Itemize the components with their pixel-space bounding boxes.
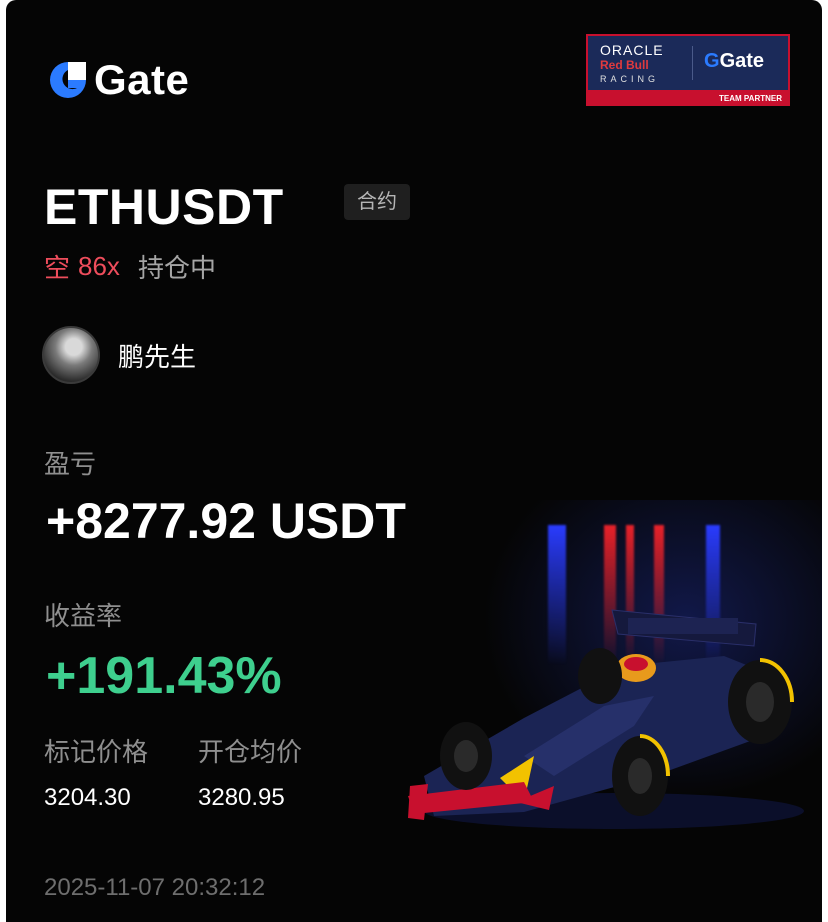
mark-price-value: 3204.30 bbox=[44, 784, 131, 811]
symbol-title: ETHUSDT bbox=[44, 179, 284, 235]
share-card: Gate ORACLE Red Bull RACING GGate TEAM P… bbox=[6, 0, 822, 922]
roe-value: +191.43% bbox=[46, 647, 282, 705]
gate-g-icon: G bbox=[704, 50, 720, 72]
partner-caption: TEAM PARTNER bbox=[719, 94, 782, 103]
f1-car-illustration bbox=[408, 609, 804, 829]
contract-type-tag: 合约 bbox=[344, 184, 410, 220]
trader-info: 鹏先生 bbox=[42, 326, 196, 384]
side-label: 空 bbox=[44, 253, 71, 283]
pnl-label: 盈亏 bbox=[44, 449, 97, 479]
position-status: 空 86x 持仓中 bbox=[44, 248, 216, 285]
partner-brand: GGate bbox=[704, 50, 764, 73]
timestamp: 2025-11-07 20:32:12 bbox=[44, 874, 266, 901]
partner-divider bbox=[692, 46, 693, 80]
partner-line2: Red Bull bbox=[600, 58, 649, 72]
gate-logo-icon bbox=[50, 62, 86, 98]
entry-price-label: 开仓均价 bbox=[198, 737, 303, 767]
mark-price-label: 标记价格 bbox=[44, 737, 149, 767]
gate-logo: Gate bbox=[46, 56, 189, 104]
partner-brand-text: Gate bbox=[719, 50, 765, 72]
trader-name: 鹏先生 bbox=[118, 341, 197, 372]
entry-price-value: 3280.95 bbox=[198, 784, 285, 811]
roe-label: 收益率 bbox=[44, 601, 123, 631]
gate-logo-text: Gate bbox=[94, 56, 190, 103]
partner-line1: ORACLE bbox=[600, 42, 664, 58]
leverage-label: 86x bbox=[78, 251, 120, 281]
holding-status: 持仓中 bbox=[137, 253, 216, 283]
partner-line3: RACING bbox=[600, 74, 660, 84]
pnl-value: +8277.92 USDT bbox=[46, 493, 406, 549]
team-partner-badge: ORACLE Red Bull RACING GGate TEAM PARTNE… bbox=[586, 34, 790, 106]
avatar bbox=[42, 326, 100, 384]
